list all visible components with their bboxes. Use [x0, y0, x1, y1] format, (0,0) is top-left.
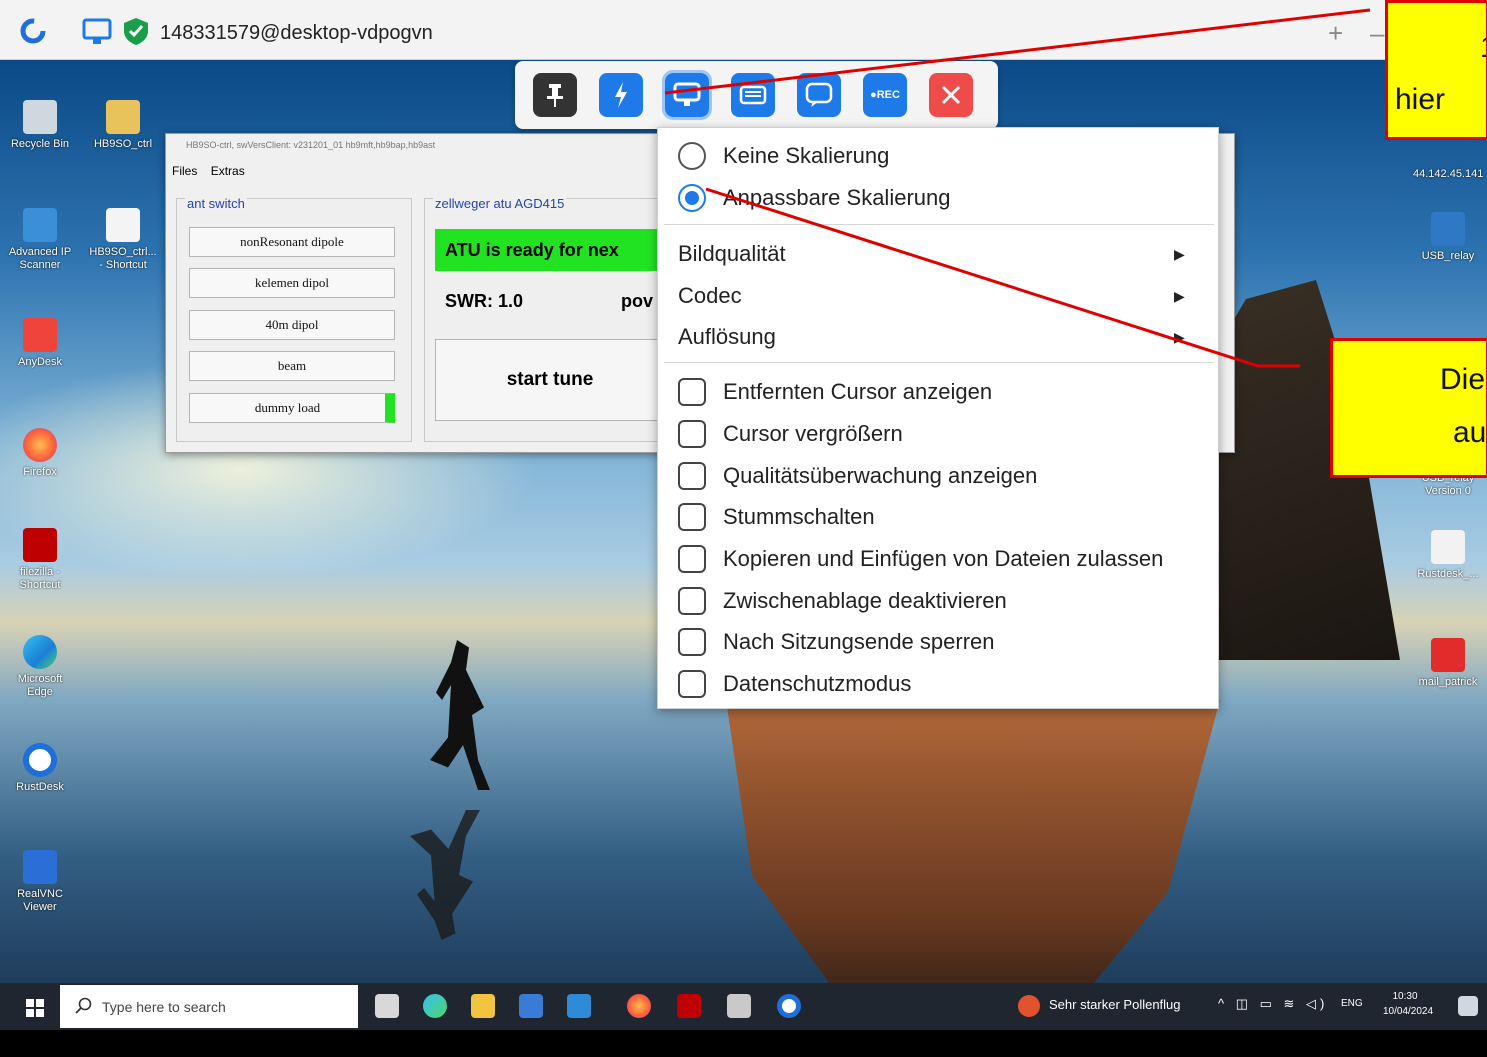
- clock-date: 10/04/2024: [1383, 1006, 1434, 1017]
- annotation-arrows: [664, 8, 1371, 368]
- rustdesk-taskbar-icon[interactable]: [777, 994, 801, 1018]
- annotation-arrow-1: [664, 8, 1371, 95]
- search-placeholder: Type here to search: [102, 999, 226, 1015]
- system-tray-icons[interactable]: ^ ◫ ▭ ≋ ◁): [1218, 996, 1328, 1012]
- search-icon: [75, 997, 92, 1014]
- task-view-icon[interactable]: [375, 994, 399, 1018]
- annotation-box-2: Die au: [1330, 338, 1487, 478]
- firefox-taskbar-icon[interactable]: [627, 994, 651, 1018]
- annotation-arrow-2: [705, 187, 1300, 368]
- windows-taskbar: Type here to search Sehr starker Pollenf…: [0, 983, 1487, 1030]
- annotation-box-1: 1 hier: [1385, 0, 1487, 140]
- language-indicator[interactable]: ENG: [1341, 998, 1363, 1009]
- bottom-bar: [0, 1030, 1487, 1057]
- notification-icon[interactable]: [1458, 996, 1478, 1016]
- clock-time: 10:30: [1392, 991, 1418, 1002]
- weather-text[interactable]: Sehr starker Pollenflug: [1049, 997, 1181, 1012]
- pollen-icon: [1018, 995, 1040, 1017]
- edge-taskbar-icon[interactable]: [423, 994, 447, 1018]
- filezilla-taskbar-icon[interactable]: [677, 994, 701, 1018]
- mail-taskbar-icon[interactable]: [567, 994, 591, 1018]
- store-taskbar-icon[interactable]: [519, 994, 543, 1018]
- java-taskbar-icon[interactable]: [727, 994, 751, 1018]
- windows-start-icon[interactable]: [26, 999, 44, 1017]
- explorer-taskbar-icon[interactable]: [471, 994, 495, 1018]
- clock[interactable]: 10:30 10/04/2024: [1383, 989, 1434, 1019]
- taskbar-search[interactable]: Type here to search: [60, 985, 358, 1028]
